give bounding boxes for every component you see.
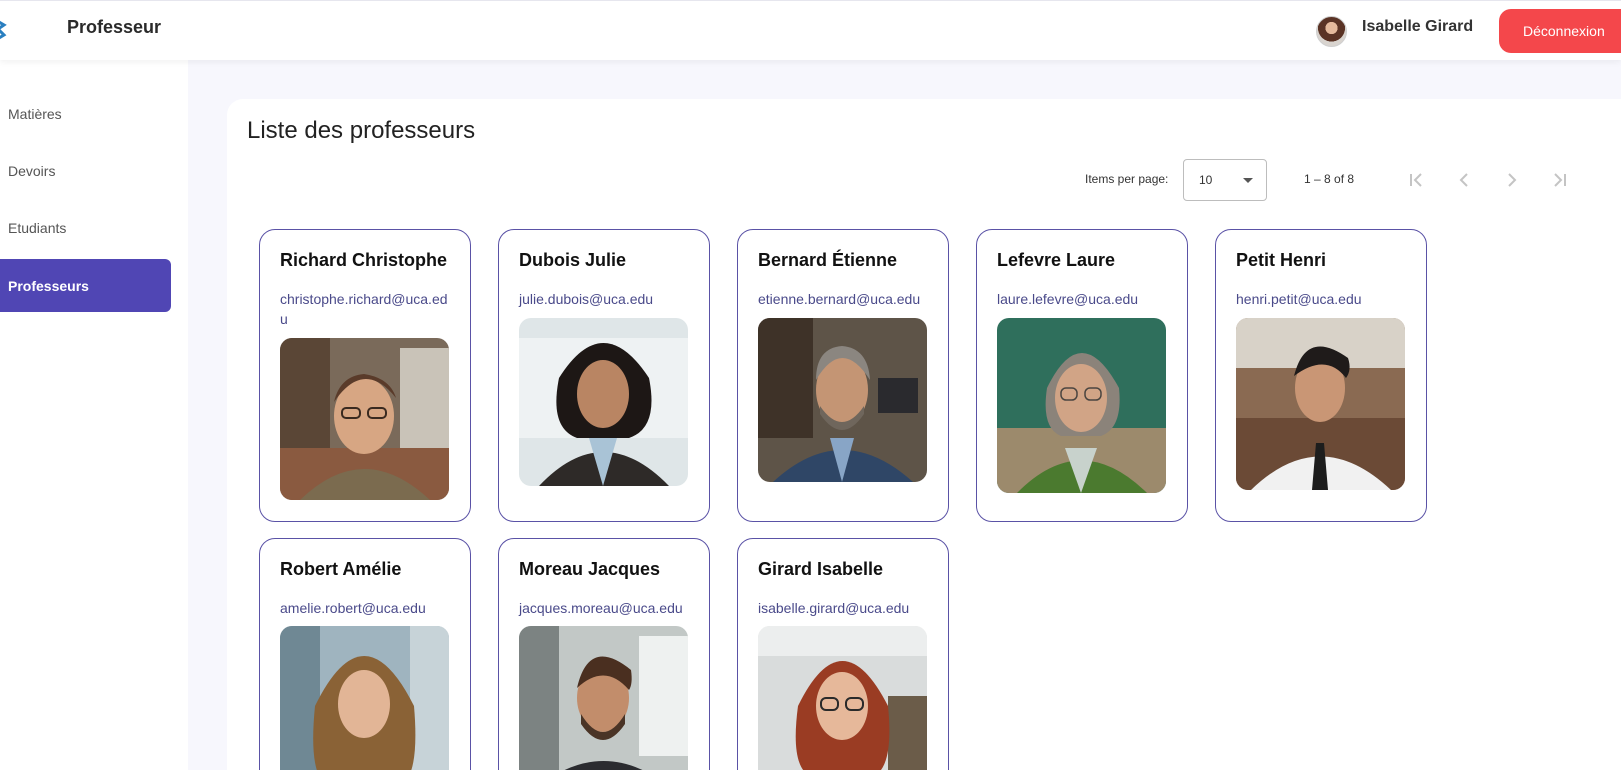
- professor-email: amelie.robert@uca.edu: [280, 600, 426, 616]
- professor-photo: [280, 338, 449, 500]
- professor-email: julie.dubois@uca.edu: [519, 291, 654, 307]
- professor-name: Robert Amélie: [280, 559, 402, 579]
- top-bar: Professeur Isabelle Girard Déconnexion: [0, 0, 1621, 60]
- professor-email: isabelle.girard@uca.edu: [758, 600, 910, 616]
- sidebar-item-matieres[interactable]: Matières: [0, 87, 171, 140]
- sidebar-item-devoirs[interactable]: Devoirs: [0, 144, 171, 197]
- professor-name: Petit Henri: [1236, 250, 1327, 270]
- professor-card[interactable]: Lefevre Laure laure.lefevre@uca.edu: [976, 229, 1188, 522]
- professor-card[interactable]: Moreau Jacques jacques.moreau@uca.edu: [498, 538, 710, 770]
- professor-photo: [280, 626, 449, 770]
- professor-photo: [758, 318, 927, 482]
- professor-name: Moreau Jacques: [519, 559, 661, 579]
- professor-card[interactable]: Bernard Étienne etienne.bernard@uca.edu: [737, 229, 949, 522]
- professor-email: henri.petit@uca.edu: [1236, 291, 1362, 307]
- chevron-down-icon: [1243, 178, 1253, 183]
- sidebar: Matières Devoirs Etudiants Professeurs: [0, 60, 188, 770]
- items-per-page-label: Items per page:: [1085, 172, 1169, 186]
- professor-card[interactable]: Dubois Julie julie.dubois@uca.edu: [498, 229, 710, 522]
- logout-button[interactable]: Déconnexion: [1499, 9, 1621, 53]
- professor-email: christophe.richard@uca.edu: [280, 291, 448, 327]
- professor-card[interactable]: Robert Amélie amelie.robert@uca.edu: [259, 538, 471, 770]
- professor-card[interactable]: Petit Henri henri.petit@uca.edu: [1215, 229, 1427, 522]
- previous-page-icon[interactable]: [1452, 168, 1476, 192]
- professor-photo: [758, 626, 927, 770]
- page-range-label: 1 – 8 of 8: [1304, 172, 1355, 186]
- professor-photo: [519, 318, 688, 486]
- app-title: Professeur: [67, 17, 162, 37]
- professor-name: Lefevre Laure: [997, 250, 1116, 270]
- app-logo-icon[interactable]: [0, 15, 8, 45]
- professor-email: jacques.moreau@uca.edu: [519, 600, 683, 616]
- professor-photo: [519, 626, 688, 770]
- sidebar-item-professeurs[interactable]: Professeurs: [0, 259, 171, 312]
- last-page-icon[interactable]: [1548, 168, 1572, 192]
- professor-email: etienne.bernard@uca.edu: [758, 291, 921, 307]
- professor-card[interactable]: Girard Isabelle isabelle.girard@uca.edu: [737, 538, 949, 770]
- professor-name: Richard Christophe: [280, 250, 448, 270]
- first-page-icon[interactable]: [1404, 168, 1428, 192]
- user-name: Isabelle Girard: [1362, 18, 1474, 35]
- professor-photo: [1236, 318, 1405, 490]
- items-per-page-value: 10: [1199, 173, 1213, 187]
- professor-card[interactable]: Richard Christophe christophe.richard@uc…: [259, 229, 471, 522]
- professor-photo: [997, 318, 1166, 493]
- professor-name: Bernard Étienne: [758, 250, 898, 270]
- professor-name: Girard Isabelle: [758, 559, 884, 579]
- page-title: Liste des professeurs: [247, 117, 476, 144]
- professor-email: laure.lefevre@uca.edu: [997, 291, 1139, 307]
- next-page-icon[interactable]: [1500, 168, 1524, 192]
- user-avatar[interactable]: [1316, 16, 1347, 47]
- professor-name: Dubois Julie: [519, 250, 627, 270]
- items-per-page-select[interactable]: 10: [1183, 159, 1267, 201]
- sidebar-item-etudiants[interactable]: Etudiants: [0, 201, 171, 254]
